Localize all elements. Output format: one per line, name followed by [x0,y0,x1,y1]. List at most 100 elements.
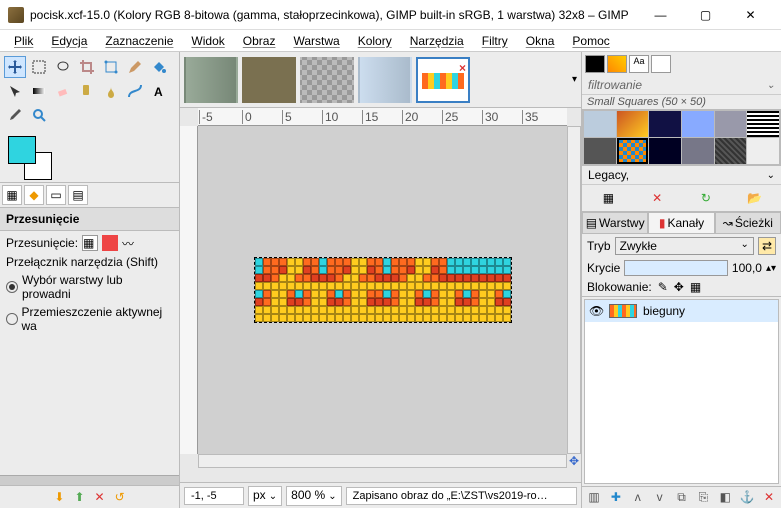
lower-layer-icon[interactable]: v [652,490,668,505]
lock-position-icon[interactable]: ✥ [674,280,684,294]
move-mode-layer-icon[interactable]: ▦ [82,235,98,251]
canvas[interactable] [198,126,567,454]
fuzzy-select-tool[interactable] [4,80,26,102]
unit-selector[interactable]: px ⌄ [248,486,282,506]
tool-options-tab[interactable]: ▦ [2,185,22,205]
tab-scroll-right-icon[interactable]: ▾ [572,74,577,85]
document-tab-3[interactable] [300,57,354,103]
refresh-patterns-icon[interactable]: ↻ [696,189,716,207]
layer-name[interactable]: bieguny [643,304,685,318]
move-mode-selection-icon[interactable] [102,235,118,251]
tab-paths[interactable]: ↝Ścieżki [715,212,781,233]
left-scrollbar[interactable] [0,475,179,485]
bucket-tool[interactable] [148,56,170,78]
raise-layer-icon[interactable]: ʌ [630,490,646,505]
ruler-horizontal[interactable]: -5 0 5 10 15 20 25 30 35 [198,108,567,126]
pattern-thumb[interactable] [649,138,681,164]
duplicate-layer-icon[interactable]: ⧉ [674,490,690,505]
eyedropper-tool[interactable] [4,104,26,126]
menu-file[interactable]: Plik [6,32,41,50]
navigation-icon[interactable]: ✥ [567,454,581,468]
new-layer-icon[interactable]: ▥ [586,490,602,505]
menu-filters[interactable]: Filtry [474,32,516,50]
tab-layers[interactable]: ▤Warstwy [582,212,648,233]
close-button[interactable]: ✕ [728,1,773,29]
pattern-category-row[interactable]: Legacy, ⌄ [582,166,781,185]
foreground-color-swatch[interactable] [8,136,36,164]
delete-layer-icon[interactable]: ✕ [761,490,777,505]
minimize-button[interactable]: — [638,1,683,29]
document-tab-2[interactable] [242,57,296,103]
layer-item[interactable]: 👁 bieguny [585,300,778,322]
pattern-thumb[interactable] [584,111,616,137]
save-options-icon[interactable]: ⬇ [54,490,64,504]
pattern-thumb[interactable] [715,138,747,164]
pattern-thumb[interactable] [584,138,616,164]
menu-select[interactable]: Zaznaczenie [97,32,181,50]
vertical-scrollbar[interactable] [567,126,581,454]
opacity-slider[interactable] [624,260,728,276]
tab-channels[interactable]: ▮Kanały [648,212,714,233]
edit-pattern-icon[interactable]: ▦ [598,189,618,207]
radio-move-active[interactable] [6,313,18,325]
lasso-tool[interactable] [52,56,74,78]
pattern-thumb[interactable] [747,111,779,137]
fonts-tab[interactable]: Aa [629,55,649,73]
move-mode-path-icon[interactable]: 〰 [122,235,138,251]
patterns-tab[interactable] [607,55,627,73]
images-tab[interactable]: ▤ [68,185,88,205]
menu-edit[interactable]: Edycja [43,32,95,50]
zoom-selector[interactable]: 800 % ⌄ [286,486,341,506]
clone-tool[interactable] [76,80,98,102]
delete-options-icon[interactable]: ✕ [95,490,105,504]
move-tool[interactable] [4,56,26,78]
pattern-thumb[interactable] [747,138,779,164]
pattern-thumb[interactable] [682,111,714,137]
menu-tools[interactable]: Narzędzia [402,32,472,50]
radio-pick-layer[interactable] [6,281,18,293]
menu-windows[interactable]: Okna [518,32,563,50]
menu-layer[interactable]: Warstwa [285,32,347,50]
visibility-icon[interactable]: 👁 [589,304,603,318]
horizontal-scrollbar[interactable] [198,454,567,468]
filter-row[interactable]: filtrowanie ⌄ [582,76,781,95]
anchor-layer-icon[interactable]: ⚓ [739,490,755,505]
restore-options-icon[interactable]: ⬆ [74,490,84,504]
eraser-tool[interactable] [52,80,74,102]
reset-options-icon[interactable]: ↺ [115,490,125,504]
menu-image[interactable]: Obraz [235,32,284,50]
pencil-tool[interactable] [124,56,146,78]
zoom-tool[interactable] [28,104,50,126]
pattern-thumb[interactable] [682,138,714,164]
menu-view[interactable]: Widok [183,32,232,50]
merge-down-icon[interactable]: ⎘ [695,490,711,505]
gradient-tool[interactable] [28,80,50,102]
rect-select-tool[interactable] [28,56,50,78]
path-tool[interactable] [124,80,146,102]
crop-tool[interactable] [76,56,98,78]
delete-pattern-icon[interactable]: ✕ [647,189,667,207]
transform-tool[interactable] [100,56,122,78]
menu-help[interactable]: Pomoc [564,32,617,50]
opacity-stepper[interactable]: ▴▾ [766,263,776,274]
lock-pixels-icon[interactable]: ✎ [658,280,668,294]
history-tab[interactable] [651,55,671,73]
ruler-vertical[interactable] [180,126,198,454]
document-tab-4[interactable] [358,57,412,103]
pixel-image[interactable] [254,257,512,323]
pattern-thumb[interactable] [715,111,747,137]
menu-colors[interactable]: Kolory [350,32,400,50]
new-group-icon[interactable]: ✚ [608,490,624,505]
pattern-thumb[interactable] [617,111,649,137]
pattern-thumb[interactable] [649,111,681,137]
device-status-tab[interactable]: ◆ [24,185,44,205]
lock-alpha-icon[interactable]: ▦ [690,280,701,294]
document-tab-1[interactable] [184,57,238,103]
mode-selector[interactable]: Zwykłe⌄ [615,237,754,255]
tab-close-icon[interactable]: × [459,61,466,75]
maximize-button[interactable]: ▢ [683,1,728,29]
smudge-tool[interactable] [100,80,122,102]
mask-icon[interactable]: ◧ [717,490,733,505]
pattern-thumb[interactable] [617,138,649,164]
mode-switch-icon[interactable]: ⇄ [758,237,776,255]
